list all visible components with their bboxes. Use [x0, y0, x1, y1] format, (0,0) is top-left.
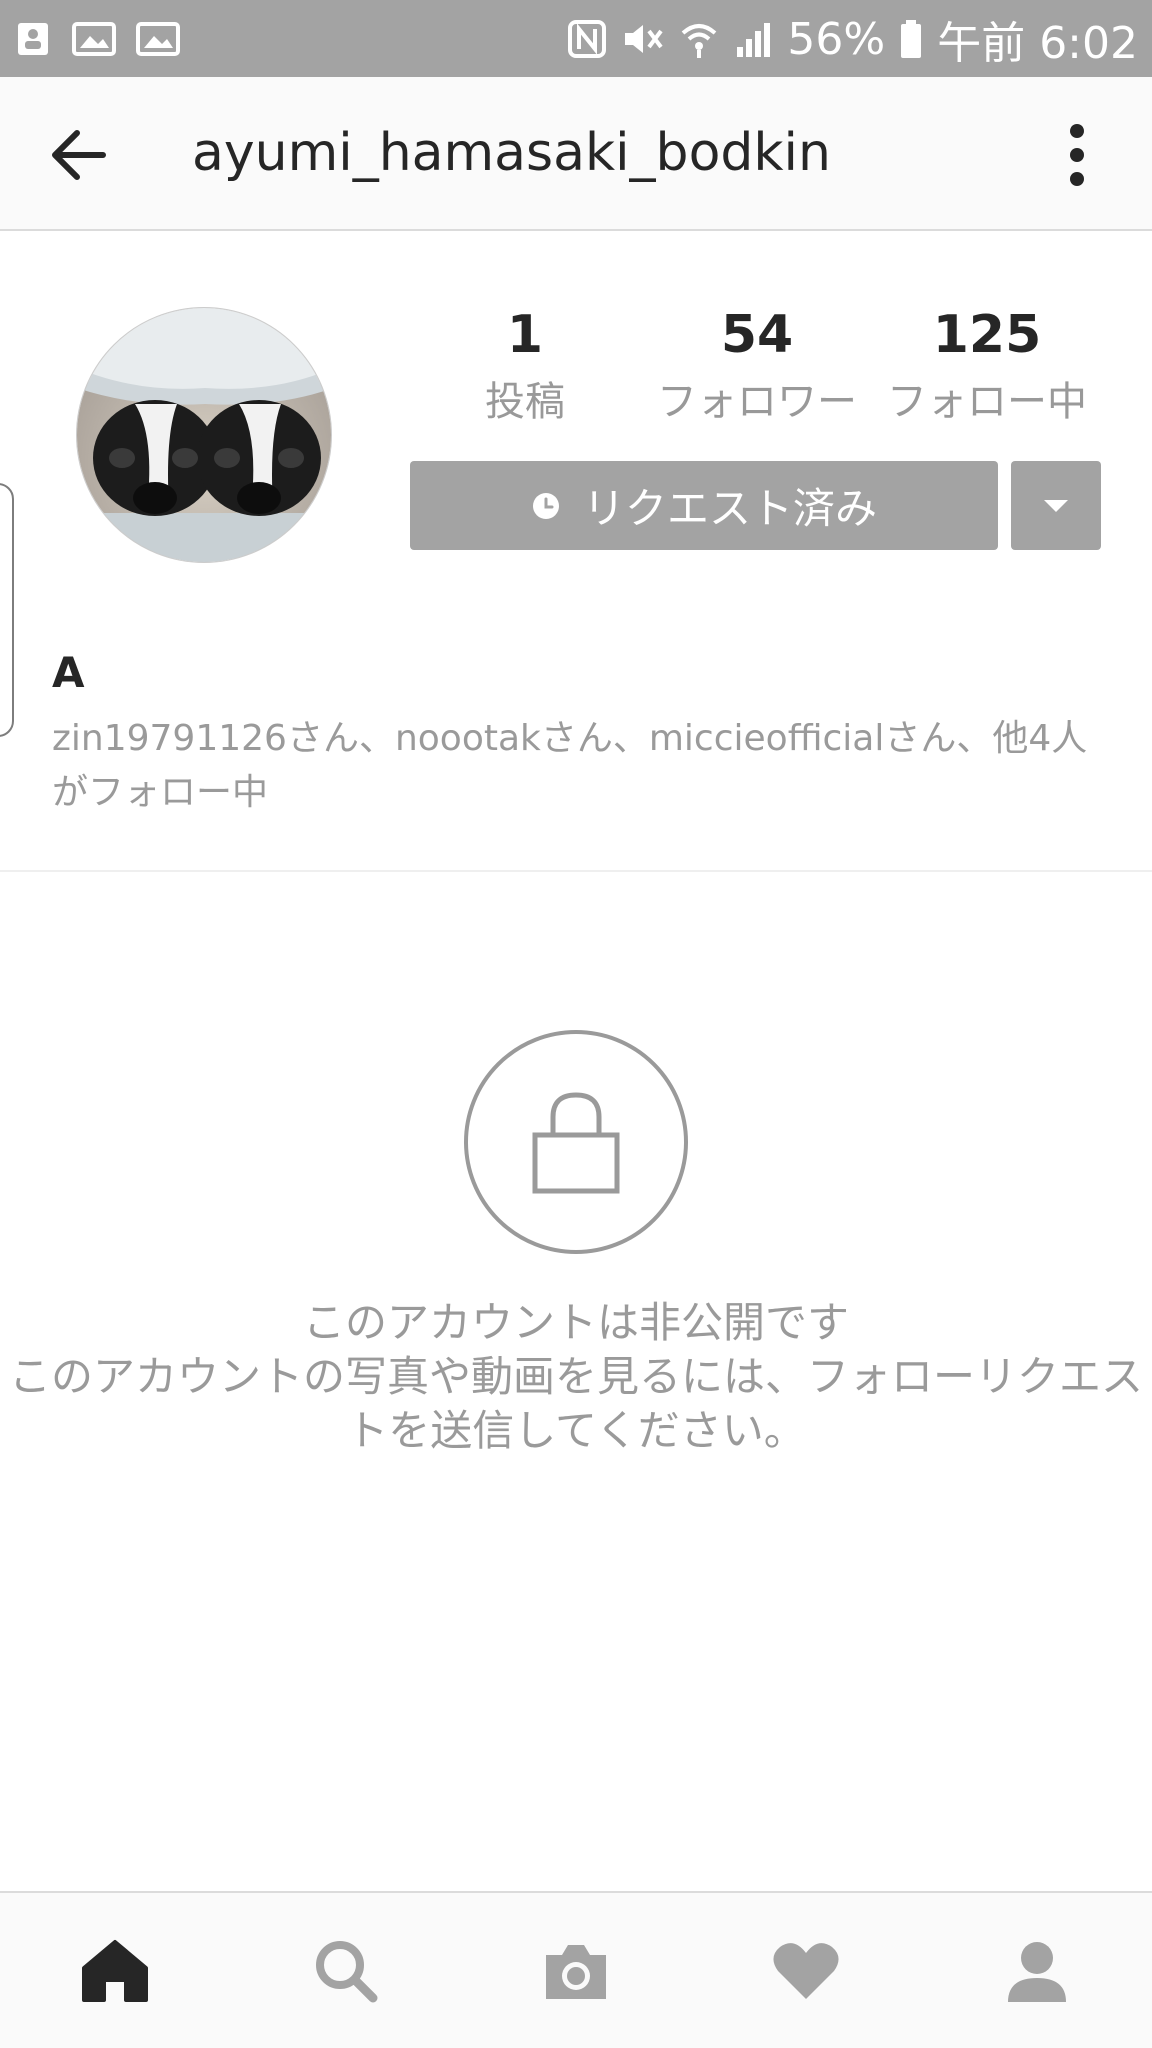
- suggestions-dropdown-button[interactable]: [1011, 461, 1101, 550]
- more-options-button[interactable]: [1042, 117, 1112, 193]
- lock-icon: [532, 1092, 620, 1194]
- private-account-message: このアカウントは非公開です このアカウントの写真や動画を見るには、フォローリクエ…: [0, 1296, 1152, 1458]
- clock: 午前 6:02: [937, 18, 1138, 69]
- home-icon: [82, 1939, 149, 2002]
- battery-icon: [901, 20, 922, 58]
- nfc-icon: [568, 20, 607, 58]
- private-description: このアカウントの写真や動画を見るには、フォローリクエス トを送信してください。: [8, 1352, 1143, 1455]
- signal-icon: [737, 23, 771, 57]
- followers-count: 54: [720, 305, 794, 365]
- divider: [0, 870, 1152, 872]
- wifi-icon: [682, 24, 717, 58]
- avatar-photo: [77, 308, 331, 562]
- private-lock-badge: [464, 1030, 688, 1254]
- following-count: 125: [932, 305, 1042, 365]
- followed-by-text[interactable]: zin19791126さん、noootakさん、miccieofficialさん…: [52, 712, 1112, 820]
- profile-header: ayumi_hamasaki_bodkin: [0, 77, 1152, 231]
- contact-card-icon: [18, 23, 48, 55]
- nav-search[interactable]: [230, 1893, 460, 2048]
- profile-icon: [1007, 1941, 1066, 2002]
- request-sent-button[interactable]: リクエスト済み: [410, 461, 998, 550]
- status-notifications: [14, 20, 180, 58]
- stat-posts: 1 投稿: [420, 300, 630, 430]
- back-button[interactable]: [44, 120, 114, 190]
- avatar[interactable]: [76, 307, 332, 563]
- camera-icon: [546, 1944, 607, 1999]
- clock-icon: [532, 492, 559, 519]
- posts-label: 投稿: [485, 379, 565, 425]
- page-title: ayumi_hamasaki_bodkin: [192, 123, 831, 183]
- image-icon: [72, 22, 116, 56]
- search-icon: [315, 1940, 378, 2002]
- status-system: 56% 午前 6:02: [567, 10, 1138, 69]
- nav-camera[interactable]: [461, 1893, 691, 2048]
- nav-profile[interactable]: [922, 1893, 1152, 2048]
- battery-percent: 56%: [787, 13, 886, 65]
- followers-label: フォロワー: [657, 379, 857, 425]
- nav-activity[interactable]: [691, 1893, 921, 2048]
- following-label: フォロー中: [887, 379, 1087, 425]
- more-vertical-icon: [1070, 124, 1084, 186]
- mute-icon: [625, 25, 664, 53]
- private-title: このアカウントは非公開です: [302, 1298, 849, 1347]
- stat-following[interactable]: 125 フォロー中: [882, 300, 1092, 430]
- edge-panel-handle[interactable]: [0, 483, 14, 737]
- posts-count: 1: [506, 305, 544, 365]
- caret-down-icon: [1044, 499, 1068, 512]
- image-icon: [136, 22, 180, 56]
- bottom-navigation: [0, 1891, 1152, 2048]
- nav-home[interactable]: [0, 1893, 230, 2048]
- heart-icon: [773, 1942, 839, 1999]
- request-sent-label: リクエスト済み: [582, 484, 877, 533]
- status-bar: 56% 午前 6:02: [0, 0, 1152, 77]
- display-name: A: [52, 648, 85, 697]
- arrow-left-icon: [52, 130, 106, 180]
- stat-followers[interactable]: 54 フォロワー: [652, 300, 862, 430]
